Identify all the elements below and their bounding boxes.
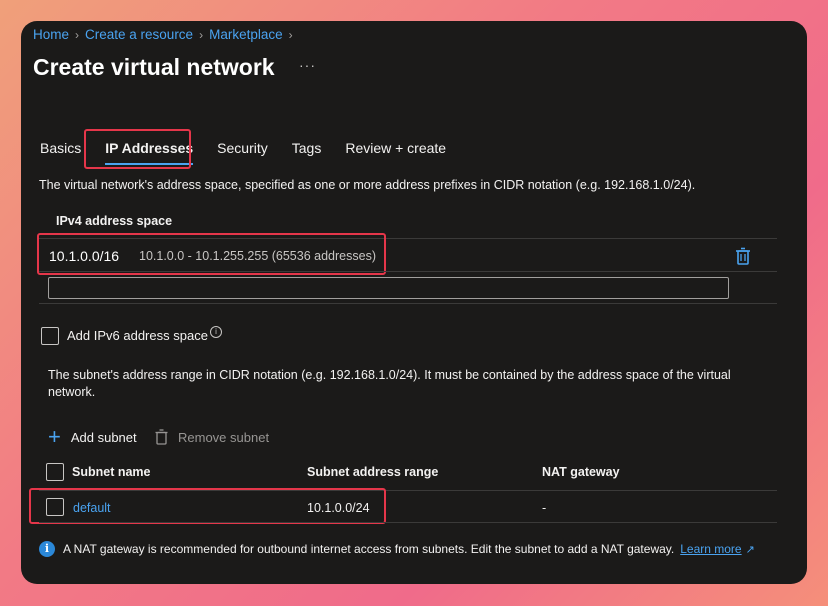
- chevron-right-icon: ›: [75, 27, 80, 42]
- ipv4-address-space-label: IPv4 address space: [56, 214, 173, 228]
- tab-security[interactable]: Security: [210, 131, 275, 171]
- add-subnet-label: Add subnet: [70, 429, 137, 445]
- row-checkbox[interactable]: [46, 498, 64, 516]
- tab-tags[interactable]: Tags: [285, 131, 329, 171]
- remove-subnet-button[interactable]: Remove subnet: [155, 429, 269, 445]
- column-nat-gateway[interactable]: NAT gateway: [542, 465, 620, 479]
- learn-more-link[interactable]: Learn more: [680, 542, 741, 556]
- column-subnet-name[interactable]: Subnet name: [72, 465, 151, 479]
- nat-info-bar: i A NAT gateway is recommended for outbo…: [39, 541, 755, 557]
- breadcrumb-marketplace[interactable]: Marketplace: [209, 27, 283, 42]
- subnet-range-value: 10.1.0.0/24: [307, 501, 370, 515]
- tab-review-create[interactable]: Review + create: [338, 131, 453, 171]
- info-icon: i: [39, 541, 55, 557]
- remove-subnet-label: Remove subnet: [178, 429, 270, 445]
- ipv6-checkbox[interactable]: [41, 327, 59, 345]
- tab-bar: Basics IP Addresses Security Tags Review…: [33, 131, 463, 171]
- tab-basics[interactable]: Basics: [33, 131, 88, 171]
- delete-icon[interactable]: [735, 247, 751, 265]
- breadcrumb: Home › Create a resource › Marketplace ›: [33, 27, 299, 42]
- new-address-input[interactable]: [48, 277, 729, 299]
- divider: [39, 303, 777, 304]
- page-title: Create virtual network: [33, 54, 275, 80]
- more-options-icon[interactable]: ···: [299, 57, 316, 73]
- divider: [39, 490, 777, 491]
- chevron-right-icon: ›: [199, 27, 204, 42]
- external-link-icon: ↗: [745, 543, 755, 556]
- ipv6-label: Add IPv6 address space: [67, 328, 208, 343]
- add-subnet-button[interactable]: + Add subnet: [48, 424, 137, 449]
- breadcrumb-home[interactable]: Home: [33, 27, 69, 42]
- subnet-name-link[interactable]: default: [73, 501, 111, 515]
- divider: [39, 271, 777, 272]
- divider: [39, 238, 777, 239]
- nat-info-text: A NAT gateway is recommended for outboun…: [63, 542, 675, 556]
- plus-icon: +: [48, 424, 61, 449]
- divider: [39, 522, 777, 523]
- tab-ip-addresses[interactable]: IP Addresses: [98, 131, 200, 171]
- chevron-right-icon: ›: [288, 27, 293, 42]
- select-all-checkbox[interactable]: [46, 463, 64, 481]
- breadcrumb-create-resource[interactable]: Create a resource: [85, 27, 193, 42]
- info-icon[interactable]: i: [210, 326, 222, 338]
- create-vnet-window: Home › Create a resource › Marketplace ›…: [21, 21, 807, 584]
- address-prefix[interactable]: 10.1.0.0/16: [49, 248, 119, 264]
- nat-gateway-value: -: [542, 501, 547, 515]
- address-space-description: The virtual network's address space, spe…: [39, 178, 696, 192]
- address-range: 10.1.0.0 - 10.1.255.255 (65536 addresses…: [139, 249, 376, 263]
- trash-icon: [155, 429, 168, 445]
- subnet-description: The subnet's address range in CIDR notat…: [48, 368, 731, 399]
- column-subnet-range[interactable]: Subnet address range: [307, 465, 438, 479]
